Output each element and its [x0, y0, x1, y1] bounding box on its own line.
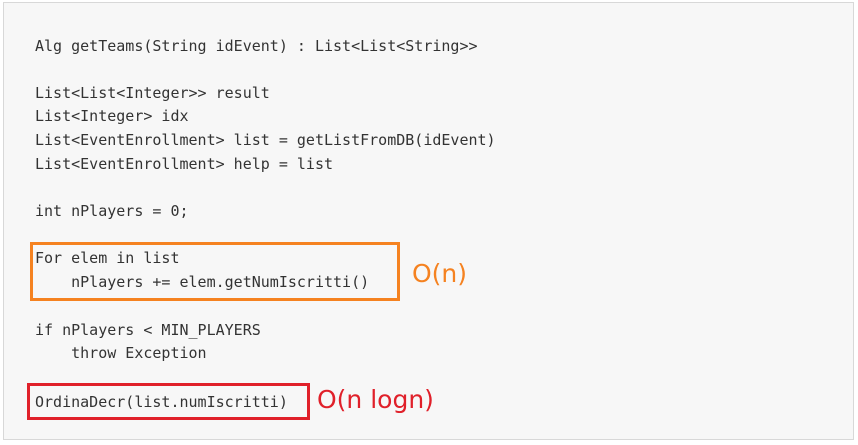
code-line-signature: Alg getTeams(String idEvent) : List<List… [35, 37, 478, 55]
code-line-if-check: if nPlayers < MIN_PLAYERS [35, 321, 261, 339]
code-line-idx-decl: List<Integer> idx [35, 107, 189, 125]
code-panel [3, 2, 854, 440]
sort-complexity-label: O(n logn) [317, 385, 434, 414]
code-line-list-decl: List<EventEnrollment> list = getListFrom… [35, 131, 496, 149]
sort-highlight-box [27, 383, 310, 420]
code-line-help-decl: List<EventEnrollment> help = list [35, 155, 334, 173]
code-line-throw: throw Exception [35, 344, 207, 362]
code-line-nplayers-init: int nPlayers = 0; [35, 202, 189, 220]
loop-highlight-box [30, 242, 400, 301]
code-line-result-decl: List<List<Integer>> result [35, 84, 270, 102]
loop-complexity-label: O(n) [412, 259, 468, 288]
